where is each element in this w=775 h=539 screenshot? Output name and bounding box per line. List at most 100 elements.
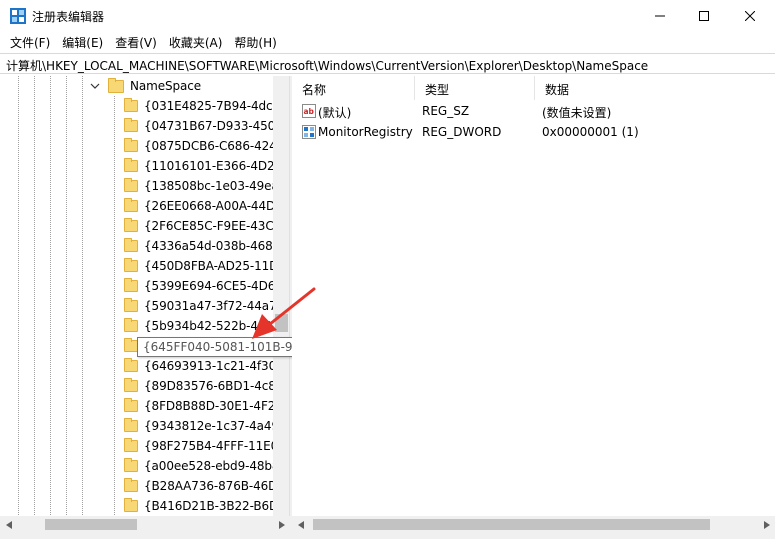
tree-item[interactable]: {26EE0668-A00A-44D7: [124, 196, 283, 216]
tree-item-label: {138508bc-1e03-49ea: [144, 179, 279, 193]
tree-item-label: {a00ee528-ebd9-48b8: [144, 459, 280, 473]
folder-icon: [124, 378, 138, 392]
string-value-icon: ab: [302, 104, 316, 118]
tree-item[interactable]: {59031a47-3f72-44a7: [124, 296, 277, 316]
tree-horizontal-scrollbar[interactable]: [0, 516, 290, 533]
scroll-left-icon[interactable]: [292, 516, 309, 533]
value-row[interactable]: MonitorRegistry REG_DWORD 0x00000001 (1): [292, 122, 775, 142]
status-bar: [0, 533, 775, 539]
tree-item-label: {B416D21B-3B22-B6D: [144, 499, 279, 513]
tree-item-label: {5399E694-6CE5-4D6C: [144, 279, 284, 293]
folder-icon: [124, 198, 138, 212]
tree-item[interactable]: {5399E694-6CE5-4D6C: [124, 276, 284, 296]
tree-item[interactable]: {450D8FBA-AD25-11D: [124, 256, 278, 276]
column-header-name[interactable]: 名称: [292, 76, 415, 100]
tree-guide-lines: [18, 76, 115, 516]
chevron-down-icon[interactable]: [90, 81, 100, 91]
scroll-right-icon[interactable]: [273, 516, 290, 533]
menu-favorites[interactable]: 收藏夹(A): [163, 32, 229, 52]
menu-bar: 文件(F) 编辑(E) 查看(V) 收藏夹(A) 帮助(H): [0, 32, 775, 52]
tree-vertical-scrollbar[interactable]: [273, 76, 289, 516]
tree-item[interactable]: {5b934b42-522b-4c3: [124, 316, 272, 336]
folder-icon: [124, 138, 138, 152]
tree-horizontal-scroll-thumb[interactable]: [45, 519, 137, 530]
folder-icon: [124, 278, 138, 292]
window-title: 注册表编辑器: [32, 10, 105, 24]
list-header: 名称 类型 数据: [292, 76, 775, 100]
tree-vertical-scroll-thumb[interactable]: [275, 314, 288, 332]
tree-item-label: {04731B67-D933-450a: [144, 119, 283, 133]
svg-text:ab: ab: [304, 107, 315, 116]
tree-item-label: {2F6CE85C-F9EE-43CA: [144, 219, 282, 233]
value-data: 0x00000001 (1): [542, 125, 639, 139]
tree-item-label: NameSpace: [130, 79, 202, 93]
binary-value-icon: [302, 125, 316, 139]
menu-edit[interactable]: 编辑(E): [56, 32, 109, 52]
tree-item-label: {9343812e-1c37-4a49: [144, 419, 279, 433]
scroll-left-icon[interactable]: [0, 516, 17, 533]
tree-item[interactable]: {11016101-E366-4D22: [124, 156, 282, 176]
values-list: 名称 类型 数据 ab (默认) REG_SZ (数值未设置) MonitorR…: [292, 76, 775, 516]
tree-item-label: {5b934b42-522b-4c3: [144, 319, 272, 333]
folder-icon: [124, 438, 138, 452]
folder-icon: [124, 98, 138, 112]
menu-help[interactable]: 帮助(H): [228, 32, 282, 52]
minimize-button[interactable]: [637, 0, 683, 32]
close-icon: [745, 11, 755, 21]
address-bar[interactable]: 计算机\HKEY_LOCAL_MACHINE\SOFTWARE\Microsof…: [0, 53, 775, 74]
folder-icon: [124, 318, 138, 332]
tree-item[interactable]: {B416D21B-3B22-B6D: [124, 496, 278, 516]
tree-item[interactable]: {4336a54d-038b-4685: [124, 236, 280, 256]
tree-item[interactable]: {B28AA736-876B-46DA: [124, 476, 285, 496]
tree-item[interactable]: {0875DCB6-C686-4243: [124, 136, 284, 156]
title-bar: 注册表编辑器: [0, 0, 775, 32]
close-button[interactable]: [727, 0, 773, 32]
tree-item[interactable]: {8FD8B88D-30E1-4F25: [124, 396, 283, 416]
tree-item-label: {4336a54d-038b-4685: [144, 239, 281, 253]
folder-icon: [124, 238, 138, 252]
tree-item[interactable]: {9343812e-1c37-4a49: [124, 416, 279, 436]
folder-icon: [124, 338, 138, 352]
tree-item-label: {0875DCB6-C686-4243: [144, 139, 285, 153]
tree-item[interactable]: {04731B67-D933-450a: [124, 116, 283, 136]
tree-item-namespace[interactable]: NameSpace: [90, 76, 201, 96]
scroll-right-icon[interactable]: [758, 516, 775, 533]
tree-item[interactable]: {98F275B4-4FFF-11E0: [124, 436, 278, 456]
value-type: REG_DWORD: [422, 125, 502, 139]
menu-view[interactable]: 查看(V): [109, 32, 163, 52]
column-header-type[interactable]: 类型: [415, 76, 535, 100]
value-row[interactable]: ab (默认) REG_SZ (数值未设置): [292, 101, 775, 121]
value-name: (默认): [318, 106, 352, 120]
list-horizontal-scroll-thumb[interactable]: [313, 519, 710, 530]
tree-item-label: {11016101-E366-4D22: [144, 159, 283, 173]
tree-item-label: {89D83576-6BD1-4c86: [144, 379, 284, 393]
tree-item[interactable]: {031E4825-7B94-4dc3: [124, 96, 280, 116]
folder-icon: [108, 77, 124, 93]
registry-tree: NameSpace {031E4825-7B94-4dc3 {04731B67-D…: [0, 76, 290, 531]
tree-item[interactable]: {138508bc-1e03-49ea: [124, 176, 279, 196]
tree-item[interactable]: {64693913-1c21-4f30: [124, 356, 276, 376]
value-name: MonitorRegistry: [318, 125, 413, 139]
tree-item-label: {450D8FBA-AD25-11D: [144, 259, 279, 273]
folder-icon: [124, 478, 138, 492]
folder-icon: [124, 358, 138, 372]
tree-item[interactable]: {2F6CE85C-F9EE-43CA: [124, 216, 282, 236]
maximize-button[interactable]: [681, 0, 727, 32]
folder-icon: [124, 398, 138, 412]
tree-item-label: {B28AA736-876B-46DA: [144, 479, 286, 493]
registry-editor-icon: [10, 8, 26, 24]
menu-file[interactable]: 文件(F): [4, 32, 56, 52]
tree-item-label: {26EE0668-A00A-44D7: [144, 199, 283, 213]
maximize-icon: [699, 11, 709, 21]
folder-icon: [124, 298, 138, 312]
value-data: (数值未设置): [542, 106, 612, 120]
tree-item-label: {98F275B4-4FFF-11E0: [144, 439, 279, 453]
folder-icon: [124, 218, 138, 232]
tree-item[interactable]: {89D83576-6BD1-4c86: [124, 376, 283, 396]
value-type: REG_SZ: [422, 104, 470, 118]
column-header-data[interactable]: 数据: [535, 76, 775, 100]
folder-icon: [124, 258, 138, 272]
tree-item-label: {031E4825-7B94-4dc3: [144, 99, 281, 113]
folder-icon: [124, 118, 138, 132]
tree-item[interactable]: {a00ee528-ebd9-48b8: [124, 456, 280, 476]
